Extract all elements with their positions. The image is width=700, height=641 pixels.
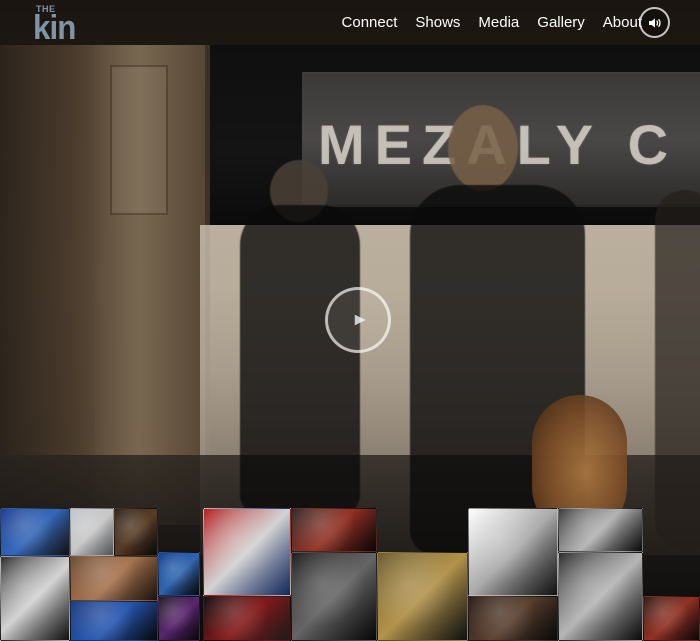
gallery-thumb-9[interactable] xyxy=(203,508,291,596)
gallery-thumb-10[interactable] xyxy=(203,596,291,641)
person-1-body xyxy=(240,205,360,515)
nav-shows-link[interactable]: Shows xyxy=(415,14,460,31)
gallery-thumb-8[interactable] xyxy=(158,596,200,641)
nav-media-link[interactable]: Media xyxy=(478,14,519,31)
gallery-thumb-12[interactable] xyxy=(377,552,468,641)
sound-toggle-button[interactable] xyxy=(639,7,670,38)
gallery-thumb-14[interactable] xyxy=(468,596,558,641)
logo-big-text: kin xyxy=(33,9,76,47)
gallery-thumb-5[interactable] xyxy=(70,556,158,601)
main-nav: Connect Shows Media Gallery About xyxy=(342,0,642,45)
gallery-thumb-13[interactable] xyxy=(468,508,558,596)
gallery-thumb-4[interactable] xyxy=(0,556,70,641)
nav-about-link[interactable]: About xyxy=(603,14,642,31)
gallery-thumb-15[interactable] xyxy=(558,552,643,641)
gallery-thumb-11[interactable] xyxy=(291,552,377,641)
gallery-thumb-16[interactable] xyxy=(643,596,700,641)
video-play-button[interactable] xyxy=(325,287,391,353)
gallery-thumb-2[interactable] xyxy=(70,508,114,556)
gallery-thumb-17[interactable] xyxy=(558,508,643,552)
background-ornament xyxy=(110,65,168,215)
gallery-thumb-3[interactable] xyxy=(114,508,158,556)
person-3-body xyxy=(655,190,700,550)
gallery-thumb-6[interactable] xyxy=(70,601,158,641)
gallery-thumb-7[interactable] xyxy=(158,552,200,596)
gallery-thumb-1[interactable] xyxy=(0,508,70,556)
play-icon xyxy=(354,314,366,326)
person-2-head xyxy=(448,105,518,191)
gallery-thumb-18[interactable] xyxy=(291,508,377,552)
nav-connect-link[interactable]: Connect xyxy=(342,14,398,31)
nav-gallery-link[interactable]: Gallery xyxy=(537,14,585,31)
site-logo[interactable]: THE kin xyxy=(33,4,93,47)
speaker-icon xyxy=(648,17,661,28)
